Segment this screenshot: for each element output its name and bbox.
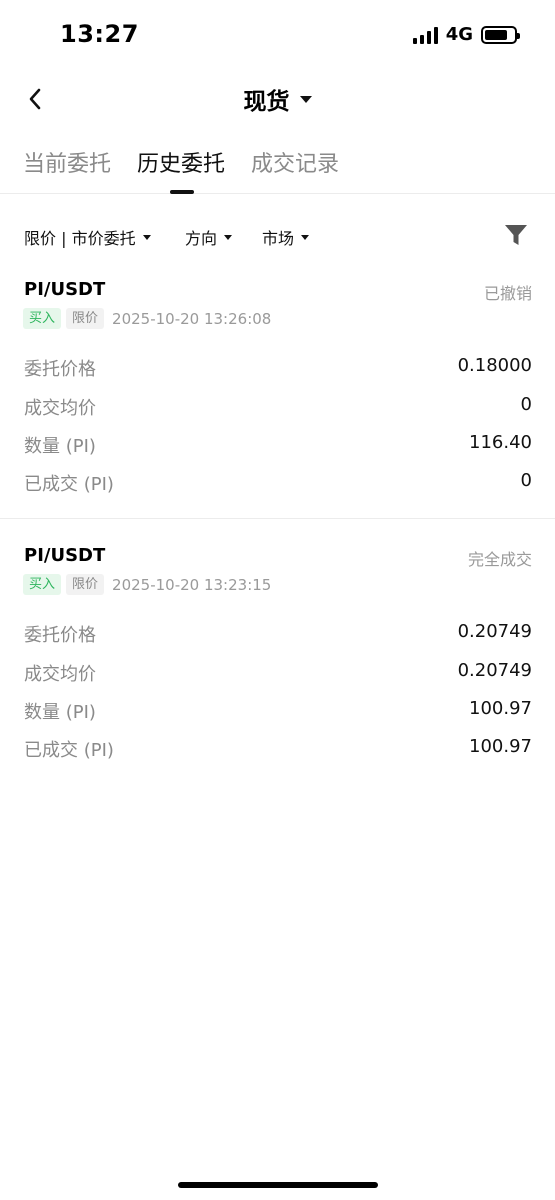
order-time: 2025-10-20 13:26:08 bbox=[112, 309, 272, 328]
type-tag: 限价 bbox=[66, 308, 105, 329]
order-detail-row: 数量 (PI) 100.97 bbox=[24, 698, 532, 724]
type-tag: 限价 bbox=[66, 574, 105, 595]
direction-filter[interactable]: 方向 bbox=[185, 225, 233, 249]
order-detail-row: 委托价格 0.18000 bbox=[24, 355, 532, 381]
tab-order-history[interactable]: 历史委托 bbox=[137, 146, 225, 178]
market-filter[interactable]: 市场 bbox=[262, 225, 310, 249]
row-label: 已成交 (PI) bbox=[24, 740, 114, 761]
network-type: 4G bbox=[445, 24, 473, 45]
status-bar: 13:27 4G bbox=[0, 0, 555, 70]
direction-filter-label: 方向 bbox=[185, 229, 218, 248]
status-time: 13:27 bbox=[60, 20, 139, 48]
row-label: 数量 (PI) bbox=[24, 702, 96, 723]
order-tag-row: 买入 限价 2025-10-20 13:23:15 bbox=[23, 574, 271, 595]
row-value: 0 bbox=[520, 470, 532, 491]
order-detail-row: 已成交 (PI) 0 bbox=[24, 470, 532, 496]
row-label: 成交均价 bbox=[24, 664, 96, 685]
order-detail-row: 委托价格 0.20749 bbox=[24, 621, 532, 647]
filter-bar: 限价 | 市价委托 方向 市场 bbox=[0, 222, 555, 252]
order-pair: PI/USDT bbox=[24, 279, 106, 300]
caret-down-icon bbox=[224, 234, 233, 240]
caret-down-icon bbox=[299, 95, 312, 103]
row-label: 已成交 (PI) bbox=[24, 474, 114, 495]
order-type-filter-label: 限价 | 市价委托 bbox=[24, 229, 136, 248]
row-label: 数量 (PI) bbox=[24, 436, 96, 457]
order-status: 完全成交 bbox=[467, 550, 532, 569]
signal-icon bbox=[412, 26, 438, 44]
order-tag-row: 买入 限价 2025-10-20 13:26:08 bbox=[23, 308, 271, 329]
row-value: 100.97 bbox=[469, 736, 532, 757]
page-title: 现货 bbox=[243, 89, 290, 115]
order-detail-row: 数量 (PI) 116.40 bbox=[24, 432, 532, 458]
order-detail-row: 成交均价 0 bbox=[24, 394, 532, 420]
side-tag: 买入 bbox=[23, 574, 62, 595]
order-tabs: 当前委托 历史委托 成交记录 bbox=[0, 140, 555, 194]
row-label: 委托价格 bbox=[24, 625, 96, 646]
caret-down-icon bbox=[301, 234, 310, 240]
row-label: 成交均价 bbox=[24, 398, 96, 419]
row-value: 0 bbox=[520, 394, 532, 415]
row-value: 100.97 bbox=[469, 698, 532, 719]
order-detail-row: 已成交 (PI) 100.97 bbox=[24, 736, 532, 762]
row-value: 0.20749 bbox=[457, 621, 532, 642]
market-filter-label: 市场 bbox=[262, 229, 295, 248]
row-value: 0.18000 bbox=[457, 355, 532, 376]
order-status: 已撤销 bbox=[483, 284, 532, 303]
row-label: 委托价格 bbox=[24, 359, 96, 380]
row-value: 0.20749 bbox=[457, 660, 532, 681]
order-divider bbox=[0, 518, 555, 519]
status-indicators: 4G bbox=[412, 24, 520, 45]
nav-bar: 现货 bbox=[0, 72, 555, 126]
row-value: 116.40 bbox=[469, 432, 532, 453]
order-time: 2025-10-20 13:23:15 bbox=[112, 575, 272, 594]
active-tab-indicator bbox=[170, 190, 194, 194]
funnel-icon[interactable] bbox=[503, 222, 529, 248]
tab-trade-history[interactable]: 成交记录 bbox=[251, 146, 339, 178]
caret-down-icon bbox=[142, 234, 151, 240]
market-selector[interactable]: 现货 bbox=[0, 82, 555, 116]
home-indicator[interactable] bbox=[178, 1182, 378, 1188]
tab-current-orders[interactable]: 当前委托 bbox=[23, 146, 111, 178]
side-tag: 买入 bbox=[23, 308, 62, 329]
order-detail-row: 成交均价 0.20749 bbox=[24, 660, 532, 686]
order-type-filter[interactable]: 限价 | 市价委托 bbox=[24, 225, 151, 249]
battery-icon bbox=[481, 25, 520, 44]
order-pair: PI/USDT bbox=[24, 545, 106, 566]
